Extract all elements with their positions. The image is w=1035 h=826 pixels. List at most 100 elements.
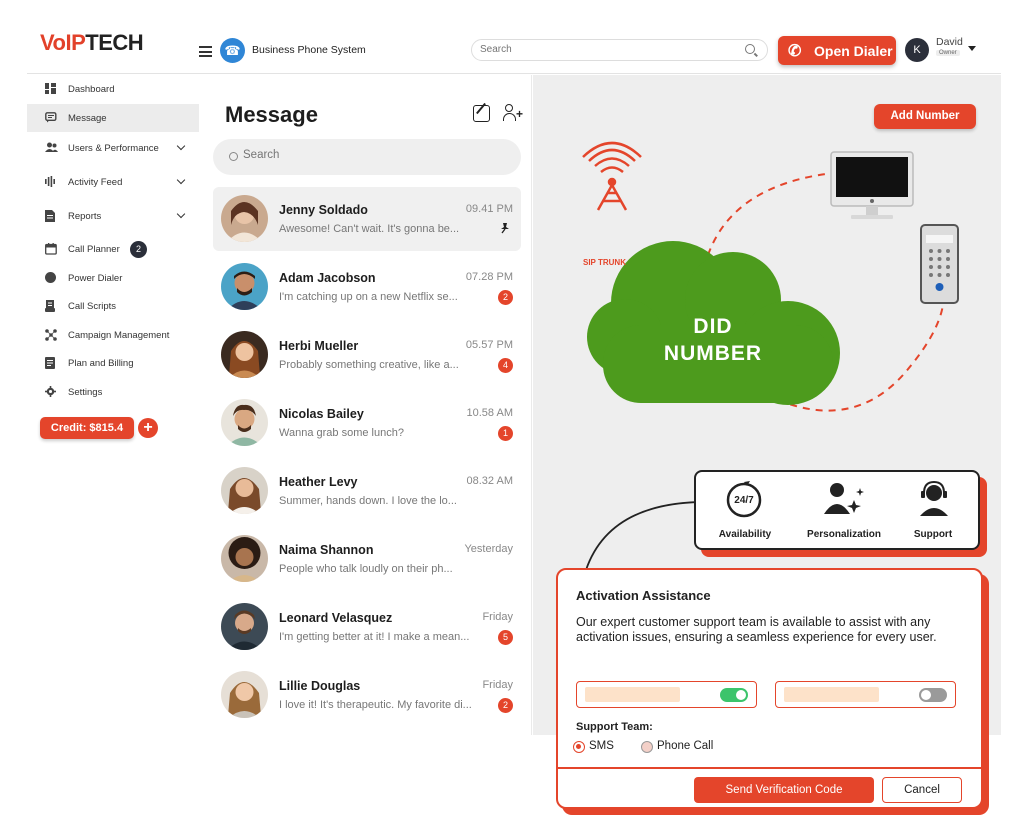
message-preview: People who talk loudly on their ph... [279, 563, 453, 575]
sidebar-item-label: Plan and Billing [68, 358, 134, 369]
conversation-item[interactable]: Heather Levy Summer, hands down. I love … [213, 459, 521, 523]
unread-count-badge: 5 [498, 630, 513, 645]
message-preview: I'm catching up on a new Netflix se... [279, 291, 458, 303]
conversation-item[interactable]: Leonard Velasquez I'm getting better at … [213, 595, 521, 659]
message-time: Yesterday [464, 543, 513, 555]
sidebar-item-activity-feed[interactable]: Activity Feed [27, 168, 199, 196]
logo-voip-text: VoIP [40, 30, 86, 55]
sidebar-item-users-performance[interactable]: Users & Performance [27, 134, 199, 162]
user-avatar[interactable]: K [905, 38, 929, 62]
activation-field-1[interactable] [576, 681, 757, 708]
user-name[interactable]: David [936, 36, 963, 48]
calendar-icon [45, 243, 57, 255]
conversation-item[interactable]: Nicolas Bailey Wanna grab some lunch? 10… [213, 391, 521, 455]
send-verification-code-button[interactable]: Send Verification Code [694, 777, 874, 803]
toggle-switch-on[interactable] [720, 688, 748, 702]
sidebar-item-label: Campaign Management [68, 330, 170, 341]
gear-icon [45, 386, 56, 397]
activation-field-2[interactable] [775, 681, 956, 708]
sidebar-item-label: Message [68, 113, 107, 124]
open-dialer-button[interactable]: ✆ Open Dialer [778, 36, 896, 65]
contact-name: Leonard Velasquez [279, 611, 393, 625]
add-credit-button[interactable]: + [138, 418, 158, 438]
activation-assistance-card: Activation Assistance Our expert custome… [556, 568, 983, 809]
sidebar-item-dashboard[interactable]: Dashboard [27, 75, 199, 103]
conversation-item[interactable]: Adam Jacobson I'm catching up on a new N… [213, 255, 521, 319]
phone-call-radio[interactable] [641, 741, 653, 753]
sidebar-item-reports[interactable]: Reports [27, 202, 199, 230]
dashboard-icon [45, 83, 56, 94]
sidebar: Dashboard Message Users & Performance Ac… [27, 75, 199, 455]
cancel-button[interactable]: Cancel [882, 777, 962, 803]
search-icon[interactable] [745, 44, 755, 54]
sms-radio-label[interactable]: SMS [589, 740, 614, 752]
contact-name: Naima Shannon [279, 543, 374, 557]
connector-monitor-line [707, 172, 834, 256]
sidebar-item-settings[interactable]: Settings [27, 378, 199, 406]
message-search-bar[interactable] [213, 139, 521, 175]
contact-avatar [221, 195, 268, 242]
activation-title: Activation Assistance [576, 588, 711, 603]
phone-app-icon: ☎ [220, 38, 245, 63]
sidebar-item-power-dialer[interactable]: Power Dialer [27, 264, 199, 292]
message-preview: Awesome! Can't wait. It's gonna be... [279, 223, 460, 235]
activity-icon [45, 176, 56, 187]
sidebar-item-campaign-management[interactable]: Campaign Management [27, 321, 199, 349]
contact-name: Adam Jacobson [279, 271, 376, 285]
hamburger-menu-icon[interactable] [199, 46, 212, 57]
phone-call-radio-label[interactable]: Phone Call [657, 740, 713, 752]
chat-icon [45, 112, 57, 123]
service-availability-label: Availability [718, 529, 772, 540]
message-preview: I'm getting better at it! I make a mean.… [279, 631, 470, 643]
conversation-item[interactable]: Lillie Douglas I love it! It's therapeut… [213, 663, 521, 727]
contact-avatar [221, 535, 268, 582]
service-personalization-label: Personalization [807, 529, 881, 540]
badge-text: 24/7 [734, 495, 754, 506]
call-planner-count-badge: 2 [130, 241, 147, 258]
top-search-input[interactable] [480, 44, 730, 55]
conversation-item[interactable]: Jenny Soldado Awesome! Can't wait. It's … [213, 187, 521, 251]
support-team-label: Support Team: [576, 721, 653, 733]
sidebar-item-label: Power Dialer [68, 273, 123, 284]
campaign-icon [45, 329, 57, 341]
chevron-down-icon[interactable] [176, 175, 186, 185]
did-network-diagram [582, 141, 959, 412]
monitor-icon [830, 151, 914, 219]
sms-radio[interactable] [573, 741, 585, 753]
message-time: Friday [482, 679, 513, 691]
conversation-item[interactable]: Naima Shannon People who talk loudly on … [213, 527, 521, 591]
users-icon [45, 142, 58, 153]
sidebar-item-call-planner[interactable]: Call Planner 2 [27, 235, 199, 263]
user-menu-caret-icon[interactable] [968, 46, 976, 51]
power-dialer-icon [45, 272, 56, 283]
activation-description: Our expert customer support team is avai… [576, 615, 937, 644]
contact-name: Heather Levy [279, 475, 358, 489]
top-search-bar[interactable] [471, 39, 768, 61]
sidebar-item-call-scripts[interactable]: Call Scripts [27, 292, 199, 320]
message-panel-title: Message [225, 102, 318, 127]
sidebar-item-plan-billing[interactable]: Plan and Billing [27, 349, 199, 377]
contact-name: Lillie Douglas [279, 679, 361, 693]
availability-24-7-icon: 24/7 [726, 481, 762, 518]
message-search-input[interactable] [243, 149, 493, 161]
chevron-down-icon[interactable] [176, 209, 186, 219]
pin-icon[interactable] [499, 222, 511, 234]
compose-edit-icon[interactable] [473, 105, 490, 122]
message-time: 08.32 AM [466, 475, 513, 487]
did-line-1: DID [693, 315, 733, 338]
message-time: 07.28 PM [465, 271, 513, 283]
credit-balance-button[interactable]: Credit: $815.4 [40, 417, 134, 439]
add-contact-icon[interactable]: + [503, 103, 523, 123]
toggle-switch-off[interactable] [919, 688, 947, 702]
open-dialer-label: Open Dialer [814, 43, 893, 59]
service-support-label: Support [913, 529, 953, 540]
brand-logo[interactable]: VoIPTECH [40, 30, 144, 56]
top-bar: VoIPTECH ☎ Business Phone System ✆ Open … [27, 22, 1001, 74]
sidebar-item-label: Activity Feed [68, 177, 123, 188]
user-role-badge: Owner [936, 50, 960, 56]
conversation-item[interactable]: Herbi Mueller Probably something creativ… [213, 323, 521, 387]
add-number-button[interactable]: Add Number [874, 104, 976, 129]
sidebar-item-message[interactable]: Message [27, 104, 199, 132]
message-preview: Wanna grab some lunch? [279, 427, 404, 439]
chevron-down-icon[interactable] [176, 141, 186, 151]
